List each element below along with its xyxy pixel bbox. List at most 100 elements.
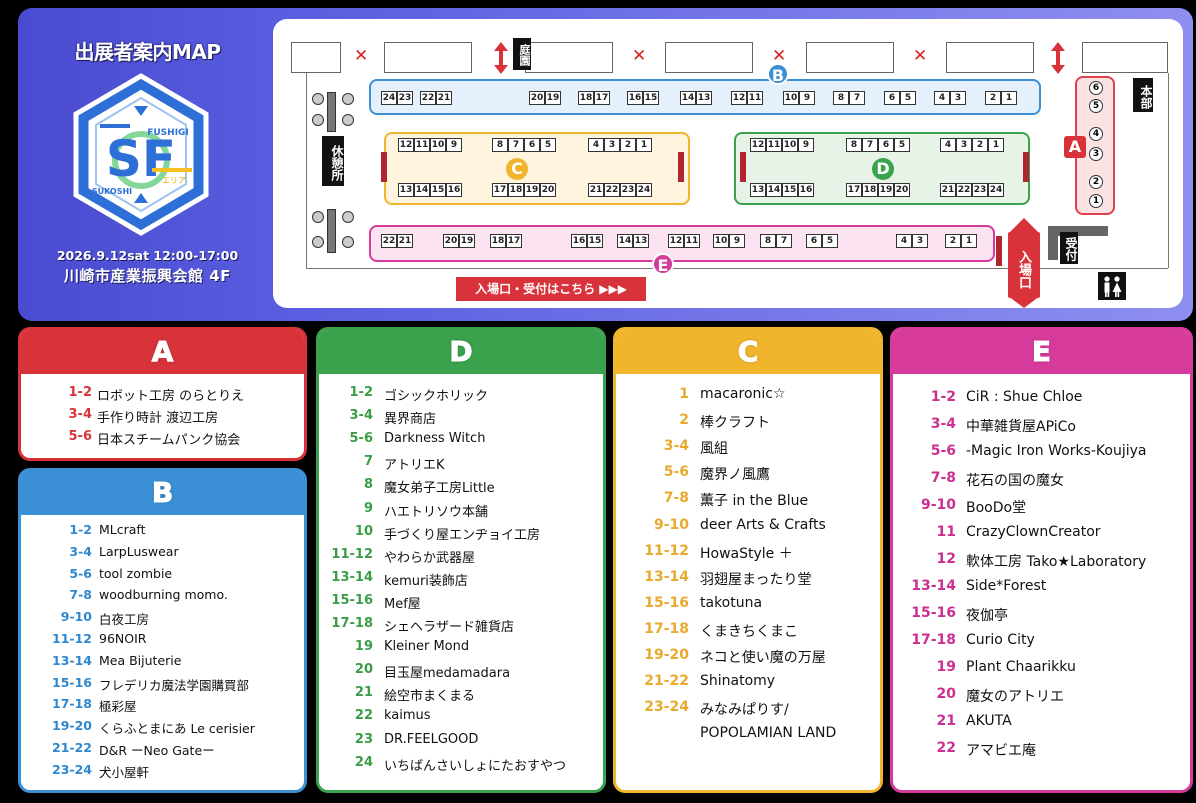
booth-b[interactable]: 11 bbox=[747, 91, 763, 105]
booth-d[interactable]: 20 bbox=[894, 183, 910, 197]
booth-d[interactable]: 21 bbox=[940, 183, 956, 197]
booth-c[interactable]: 9 bbox=[446, 138, 462, 152]
booth-c[interactable]: 2 bbox=[620, 138, 636, 152]
booth-b[interactable]: 7 bbox=[849, 91, 865, 105]
booth-e[interactable]: 16 bbox=[571, 234, 587, 248]
booth-d[interactable]: 15 bbox=[782, 183, 798, 197]
booth-b[interactable]: 3 bbox=[950, 91, 966, 105]
booth-e[interactable]: 13 bbox=[633, 234, 649, 248]
booth-a[interactable]: 1 bbox=[1089, 194, 1103, 208]
booth-d[interactable]: 23 bbox=[972, 183, 988, 197]
booth-c[interactable]: 16 bbox=[446, 183, 462, 197]
booth-b[interactable]: 2 bbox=[985, 91, 1001, 105]
booth-e[interactable]: 8 bbox=[760, 234, 776, 248]
booth-b[interactable]: 19 bbox=[545, 91, 561, 105]
booth-d[interactable]: 19 bbox=[878, 183, 894, 197]
booth-b[interactable]: 17 bbox=[594, 91, 610, 105]
booth-c[interactable]: 24 bbox=[636, 183, 652, 197]
booth-c[interactable]: 10 bbox=[430, 138, 446, 152]
booth-e[interactable]: 7 bbox=[776, 234, 792, 248]
booth-e[interactable]: 1 bbox=[961, 234, 977, 248]
booth-e[interactable]: 9 bbox=[729, 234, 745, 248]
booth-e[interactable]: 12 bbox=[668, 234, 684, 248]
booth-c[interactable]: 3 bbox=[604, 138, 620, 152]
booth-d[interactable]: 22 bbox=[956, 183, 972, 197]
booth-d[interactable]: 3 bbox=[956, 138, 972, 152]
booth-c[interactable]: 13 bbox=[398, 183, 414, 197]
booth-d[interactable]: 7 bbox=[862, 138, 878, 152]
booth-b[interactable]: 8 bbox=[833, 91, 849, 105]
booth-b[interactable]: 18 bbox=[578, 91, 594, 105]
booth-e[interactable]: 21 bbox=[397, 234, 413, 248]
booth-e[interactable]: 20 bbox=[443, 234, 459, 248]
booth-d[interactable]: 17 bbox=[846, 183, 862, 197]
booth-c[interactable]: 5 bbox=[540, 138, 556, 152]
booth-d[interactable]: 2 bbox=[972, 138, 988, 152]
booth-b[interactable]: 4 bbox=[934, 91, 950, 105]
booth-e[interactable]: 10 bbox=[713, 234, 729, 248]
booth-c[interactable]: 1 bbox=[636, 138, 652, 152]
booth-c[interactable]: 14 bbox=[414, 183, 430, 197]
booth-d[interactable]: 6 bbox=[878, 138, 894, 152]
booth-e[interactable]: 11 bbox=[684, 234, 700, 248]
booth-b[interactable]: 5 bbox=[900, 91, 916, 105]
booth-b[interactable]: 23 bbox=[397, 91, 413, 105]
booth-c[interactable]: 21 bbox=[588, 183, 604, 197]
booth-d[interactable]: 24 bbox=[988, 183, 1004, 197]
booth-d[interactable]: 11 bbox=[766, 138, 782, 152]
booth-b[interactable]: 6 bbox=[884, 91, 900, 105]
booth-c[interactable]: 7 bbox=[508, 138, 524, 152]
booth-e[interactable]: 3 bbox=[912, 234, 928, 248]
booth-c[interactable]: 23 bbox=[620, 183, 636, 197]
booth-e[interactable]: 2 bbox=[945, 234, 961, 248]
booth-b[interactable]: 1 bbox=[1001, 91, 1017, 105]
booth-c[interactable]: 4 bbox=[588, 138, 604, 152]
booth-b[interactable]: 24 bbox=[381, 91, 397, 105]
booth-d[interactable]: 16 bbox=[798, 183, 814, 197]
booth-b[interactable]: 13 bbox=[696, 91, 712, 105]
booth-e[interactable]: 14 bbox=[617, 234, 633, 248]
booth-d[interactable]: 12 bbox=[750, 138, 766, 152]
booth-e[interactable]: 15 bbox=[587, 234, 603, 248]
booth-c[interactable]: 17 bbox=[492, 183, 508, 197]
booth-d[interactable]: 10 bbox=[782, 138, 798, 152]
booth-e[interactable]: 22 bbox=[381, 234, 397, 248]
booth-c[interactable]: 8 bbox=[492, 138, 508, 152]
booth-d[interactable]: 18 bbox=[862, 183, 878, 197]
booth-a[interactable]: 4 bbox=[1089, 127, 1103, 141]
booth-d[interactable]: 1 bbox=[988, 138, 1004, 152]
booth-b[interactable]: 21 bbox=[436, 91, 452, 105]
booth-b[interactable]: 15 bbox=[643, 91, 659, 105]
booth-e[interactable]: 4 bbox=[896, 234, 912, 248]
booth-c[interactable]: 12 bbox=[398, 138, 414, 152]
booth-b[interactable]: 9 bbox=[799, 91, 815, 105]
booth-d[interactable]: 4 bbox=[940, 138, 956, 152]
booth-d[interactable]: 8 bbox=[846, 138, 862, 152]
booth-a[interactable]: 3 bbox=[1089, 147, 1103, 161]
booth-c[interactable]: 11 bbox=[414, 138, 430, 152]
entry-direction-banner[interactable]: 入場口・受付はこちら ▶▶▶ bbox=[456, 277, 646, 301]
booth-b[interactable]: 10 bbox=[783, 91, 799, 105]
booth-d[interactable]: 13 bbox=[750, 183, 766, 197]
booth-b[interactable]: 22 bbox=[420, 91, 436, 105]
booth-b[interactable]: 12 bbox=[731, 91, 747, 105]
booth-e[interactable]: 5 bbox=[822, 234, 838, 248]
booth-e[interactable]: 6 bbox=[806, 234, 822, 248]
booth-c[interactable]: 19 bbox=[524, 183, 540, 197]
booth-a[interactable]: 6 bbox=[1089, 81, 1103, 95]
booth-a[interactable]: 5 bbox=[1089, 99, 1103, 113]
booth-c[interactable]: 15 bbox=[430, 183, 446, 197]
entry-label[interactable]: 入場口 bbox=[1008, 232, 1040, 298]
booth-d[interactable]: 9 bbox=[798, 138, 814, 152]
booth-e[interactable]: 18 bbox=[490, 234, 506, 248]
booth-c[interactable]: 22 bbox=[604, 183, 620, 197]
booth-c[interactable]: 6 bbox=[524, 138, 540, 152]
booth-c[interactable]: 20 bbox=[540, 183, 556, 197]
booth-b[interactable]: 14 bbox=[680, 91, 696, 105]
booth-b[interactable]: 16 bbox=[627, 91, 643, 105]
booth-d[interactable]: 5 bbox=[894, 138, 910, 152]
booth-b[interactable]: 20 bbox=[529, 91, 545, 105]
booth-c[interactable]: 18 bbox=[508, 183, 524, 197]
booth-a[interactable]: 2 bbox=[1089, 175, 1103, 189]
booth-d[interactable]: 14 bbox=[766, 183, 782, 197]
